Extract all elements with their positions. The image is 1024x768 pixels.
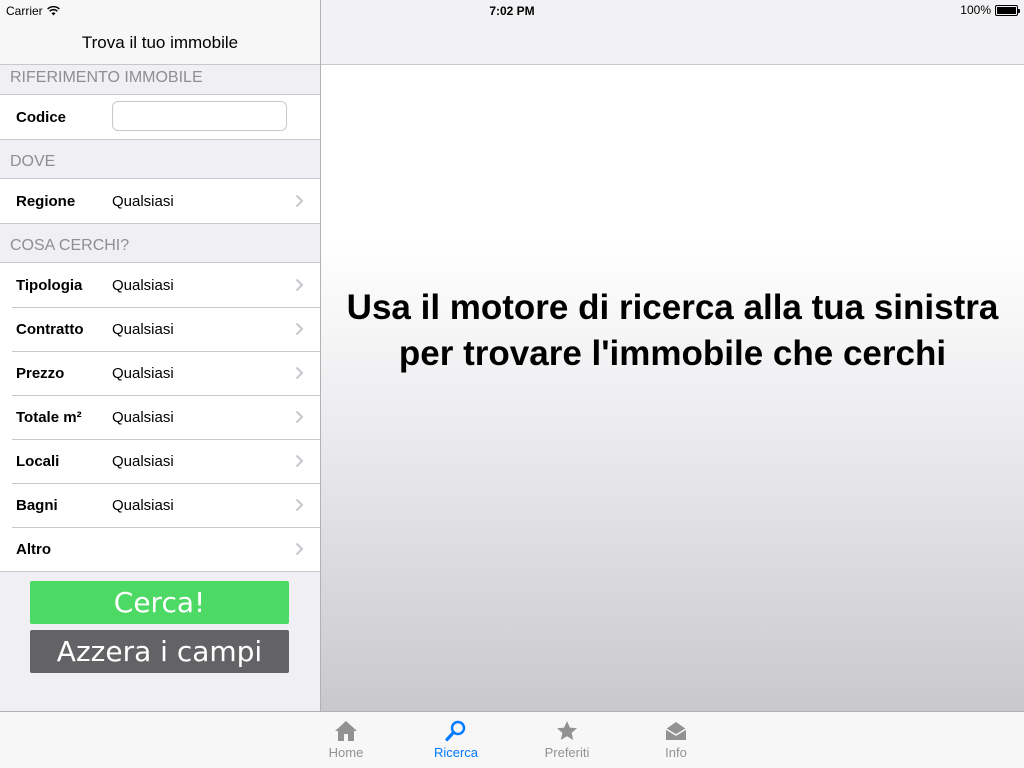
battery-icon: [995, 4, 1020, 16]
chevron-right-icon: [295, 278, 304, 292]
clock: 7:02 PM: [489, 4, 535, 18]
search-button[interactable]: Cerca!: [30, 581, 289, 624]
tab-label-info: Info: [665, 745, 687, 760]
chevron-right-icon: [295, 498, 304, 512]
filter-label: Altro: [16, 540, 51, 558]
filter-row-bagni[interactable]: Bagni Qualsiasi: [0, 483, 320, 527]
reference-group: Codice: [0, 94, 320, 140]
codice-label: Codice: [16, 108, 67, 126]
home-icon: [335, 721, 357, 741]
chevron-right-icon: [295, 322, 304, 336]
search-hint-message: Usa il motore di ricerca alla tua sinist…: [321, 285, 1024, 377]
regione-row[interactable]: Regione Qualsiasi: [0, 179, 320, 223]
filter-value: Qualsiasi: [112, 320, 174, 338]
regione-label: Regione: [16, 192, 76, 210]
tab-home[interactable]: Home: [301, 712, 391, 768]
hint-line-1: Usa il motore di ricerca alla tua sinist…: [346, 288, 999, 327]
split-divider: [320, 0, 321, 711]
chevron-right-icon: [295, 366, 304, 380]
filter-row-prezzo[interactable]: Prezzo Qualsiasi: [0, 351, 320, 395]
chevron-right-icon: [295, 454, 304, 468]
regione-value: Qualsiasi: [112, 192, 174, 210]
nav-title: Trova il tuo immobile: [81, 33, 239, 52]
filter-row-tipologia[interactable]: Tipologia Qualsiasi: [0, 263, 320, 307]
tab-bar: Home Ricerca Preferiti Info: [0, 711, 1024, 768]
filter-value: Qualsiasi: [112, 276, 174, 294]
filter-row-contratto[interactable]: Contratto Qualsiasi: [0, 307, 320, 351]
location-group: Regione Qualsiasi: [0, 178, 320, 224]
tab-label-preferiti: Preferiti: [544, 745, 590, 760]
battery-indicator: 100%: [960, 3, 1020, 17]
star-icon: [557, 721, 577, 740]
filter-value: Qualsiasi: [112, 496, 174, 514]
section-header-cosa: COSA CERCHI?: [0, 237, 320, 261]
tab-label-ricerca: Ricerca: [433, 745, 479, 760]
tab-info[interactable]: Info: [631, 712, 721, 768]
filter-row-locali[interactable]: Locali Qualsiasi: [0, 439, 320, 483]
filter-label: Tipologia: [16, 276, 83, 294]
reset-fields-button[interactable]: Azzera i campi: [30, 630, 289, 673]
detail-panel: Usa il motore di ricerca alla tua sinist…: [321, 0, 1024, 711]
tab-preferiti[interactable]: Preferiti: [522, 712, 612, 768]
search-panel: Trova il tuo immobile RIFERIMENTO IMMOBI…: [0, 0, 320, 711]
hint-line-2: per trovare l'immobile che cerchi: [398, 334, 947, 373]
chevron-right-icon: [295, 542, 304, 556]
chevron-right-icon: [295, 410, 304, 424]
chevron-right-icon: [295, 194, 304, 208]
battery-level: [997, 6, 1016, 14]
codice-input[interactable]: [112, 101, 287, 131]
status-bar: Carrier 7:02 PM 100%: [0, 0, 1024, 20]
envelope-icon: [665, 722, 687, 740]
section-header-riferimento: RIFERIMENTO IMMOBILE: [0, 69, 320, 93]
filter-label: Totale m²: [16, 408, 82, 426]
filters-group: Tipologia Qualsiasi Contratto Qualsiasi …: [0, 262, 320, 572]
section-header-dove: DOVE: [0, 153, 320, 177]
filter-row-altro[interactable]: Altro: [0, 527, 320, 571]
filter-label: Bagni: [16, 496, 58, 514]
filter-value: Qualsiasi: [112, 364, 174, 382]
filter-label: Contratto: [16, 320, 84, 338]
tab-ricerca[interactable]: Ricerca: [411, 712, 501, 768]
filter-value: Qualsiasi: [112, 452, 174, 470]
filter-label: Prezzo: [16, 364, 65, 382]
codice-row: Codice: [0, 95, 320, 139]
battery-percentage: 100%: [960, 3, 991, 17]
search-icon: [445, 720, 466, 742]
filter-row-totale-mq[interactable]: Totale m² Qualsiasi: [0, 395, 320, 439]
filter-value: Qualsiasi: [112, 408, 174, 426]
filter-label: Locali: [16, 452, 60, 470]
tab-label-home: Home: [328, 745, 364, 760]
